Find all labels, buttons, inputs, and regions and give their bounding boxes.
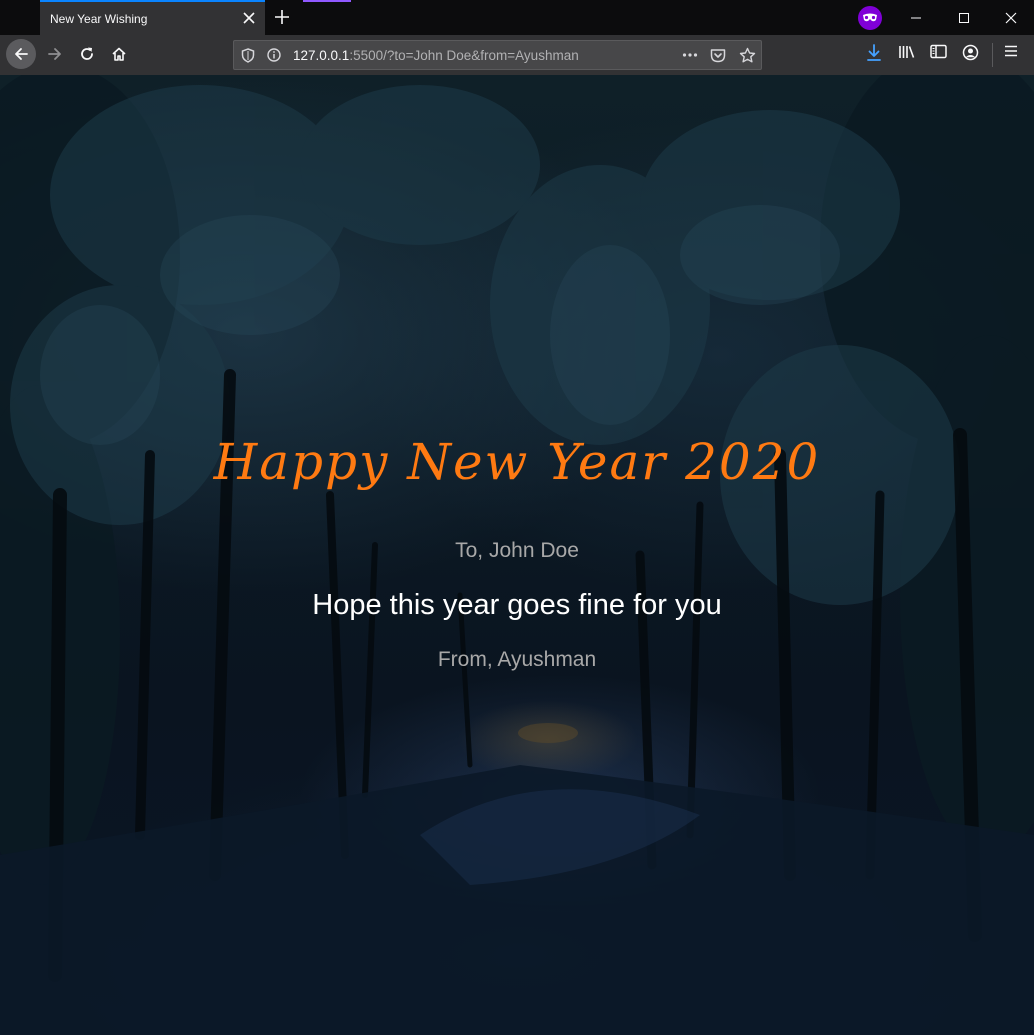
downloads-button[interactable] — [866, 44, 888, 66]
account-button[interactable] — [962, 44, 984, 66]
account-avatar-icon — [962, 44, 979, 61]
toolbar-divider — [992, 43, 993, 67]
sidebar-toggle-button[interactable] — [930, 44, 952, 66]
recipient-line: To, John Doe — [455, 539, 579, 562]
tab-close-icon[interactable] — [241, 10, 257, 26]
library-button[interactable] — [898, 44, 920, 66]
page-actions-menu-icon[interactable] — [682, 48, 698, 62]
greeting-card: Happy New Year 2020 To, John Doe Hope th… — [0, 75, 1034, 1035]
private-browsing-icon — [858, 6, 882, 30]
window-close-button[interactable] — [988, 0, 1034, 35]
back-button[interactable] — [6, 39, 36, 69]
new-tab-button[interactable] — [271, 6, 293, 28]
greeting-title: Happy New Year 2020 — [213, 433, 821, 491]
home-button[interactable] — [104, 39, 134, 69]
tab-new-year-wishing[interactable]: New Year Wishing — [40, 0, 265, 35]
minimize-button[interactable] — [893, 0, 939, 35]
sender-line: From, Ayushman — [437, 648, 597, 671]
tab-strip-accent — [303, 0, 351, 2]
site-info-icon[interactable] — [267, 48, 281, 62]
bookmark-star-icon[interactable] — [739, 47, 756, 64]
browser-window: New Year Wishing 127.0.0.1:5500/?to=John… — [0, 0, 1034, 1035]
address-bar[interactable]: 127.0.0.1:5500/?to=John Doe&from=Ayushma… — [233, 40, 762, 70]
forward-button[interactable] — [40, 39, 70, 69]
tab-title: New Year Wishing — [50, 12, 148, 26]
open-menu-button[interactable] — [1003, 44, 1025, 66]
url-path: :5500/?to=John Doe&from=Ayushman — [349, 48, 579, 63]
url-text[interactable]: 127.0.0.1:5500/?to=John Doe&from=Ayushma… — [293, 48, 579, 63]
pocket-icon[interactable] — [710, 48, 726, 63]
page-viewport: Happy New Year 2020 To, John Doe Hope th… — [0, 75, 1034, 1035]
download-arrow-icon — [867, 44, 881, 61]
tracking-protection-shield-icon[interactable] — [241, 48, 255, 63]
tab-strip: New Year Wishing — [0, 0, 1034, 35]
maximize-button[interactable] — [941, 0, 987, 35]
reload-button[interactable] — [72, 39, 102, 69]
library-icon — [899, 46, 915, 58]
url-host: 127.0.0.1 — [293, 48, 350, 63]
hamburger-menu-icon — [1005, 45, 1017, 57]
sidebar-icon — [930, 44, 947, 59]
wish-message: Hope this year goes fine for you — [312, 589, 722, 621]
navigation-toolbar: 127.0.0.1:5500/?to=John Doe&from=Ayushma… — [0, 35, 1034, 75]
